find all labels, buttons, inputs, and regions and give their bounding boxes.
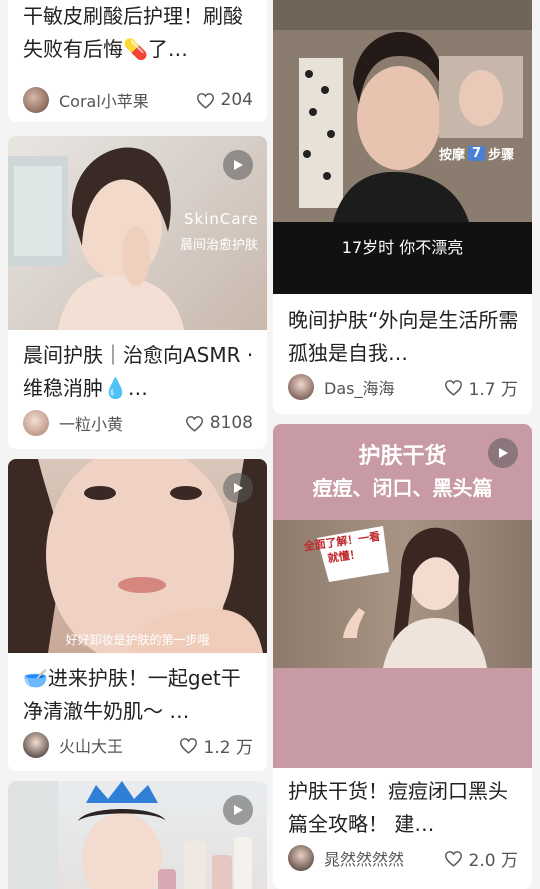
heart-icon [444, 850, 462, 867]
like-button[interactable]: 1.2 万 [179, 733, 253, 758]
like-count: 1.7 万 [468, 379, 518, 400]
note-meta: Das_海海 1.7 万 [288, 373, 518, 401]
note-card[interactable]: 护肤干货 痘痘、闭口、黑头篇 全面了解！一看就懂！ 护肤干货！痘痘闭口黑头篇全攻… [273, 424, 532, 889]
note-meta: 晁然然然然 2.0 万 [288, 844, 518, 872]
author-name[interactable]: 火山大王 [59, 733, 179, 757]
note-meta: Coral小苹果 204 [23, 86, 253, 114]
note-title: 干敏皮刷酸后护理！刷酸失败有后悔💊了… [23, 4, 243, 61]
note-meta: 火山大王 1.2 万 [23, 731, 253, 759]
author-avatar[interactable] [23, 732, 49, 758]
like-button[interactable]: 1.7 万 [444, 375, 518, 400]
video-play-icon [488, 438, 518, 468]
note-card[interactable]: 干敏皮刷酸后护理！刷酸失败有后悔💊了… Coral小苹果 204 [8, 0, 267, 122]
cover-caption-cn: 晨间治愈护肤 [180, 238, 259, 253]
like-count: 1.2 万 [203, 737, 253, 758]
like-count: 2.0 万 [468, 850, 518, 871]
like-count: 204 [220, 90, 253, 110]
badge-number: 7 [468, 146, 486, 161]
like-button[interactable]: 2.0 万 [444, 846, 518, 871]
heart-icon [196, 92, 214, 109]
note-cover-image[interactable]: 护肤干货 痘痘、闭口、黑头篇 全面了解！一看就懂！ [273, 424, 532, 768]
note-cover-image[interactable]: 按摩 7 步骤 17岁时 你不漂亮 [273, 0, 532, 294]
cover-illustration [273, 0, 532, 222]
video-play-icon [223, 795, 253, 825]
author-avatar[interactable] [23, 410, 49, 436]
like-button[interactable]: 8108 [185, 413, 253, 433]
video-subtitle: 17岁时 你不漂亮 [341, 238, 464, 257]
author-name[interactable]: Das_海海 [324, 375, 444, 399]
author-name[interactable]: 一粒小黄 [59, 411, 185, 435]
author-avatar[interactable] [288, 845, 314, 871]
video-play-icon [223, 473, 253, 503]
author-avatar[interactable] [288, 374, 314, 400]
note-meta: 一粒小黄 8108 [23, 409, 253, 437]
badge-text-pre: 按摩 [439, 148, 466, 163]
heart-icon [185, 415, 203, 432]
cover-banner-subtitle: 痘痘、闭口、黑头篇 [312, 476, 493, 500]
video-play-icon [223, 150, 253, 180]
note-title: 晚间护肤“外向是生活所需 孤独是自我… [288, 308, 519, 365]
heart-icon [444, 379, 462, 396]
author-name[interactable]: Coral小苹果 [59, 88, 196, 112]
note-cover-image[interactable] [8, 781, 267, 889]
cover-caption: 好好卸妆是护肤的第一步哦 [65, 633, 210, 647]
note-card[interactable]: 按摩 7 步骤 17岁时 你不漂亮 晚间护肤“外向是生活所需 孤独是自我… Da… [273, 0, 532, 414]
author-avatar[interactable] [23, 87, 49, 113]
massage-steps-badge: 按摩 7 步骤 [439, 144, 514, 163]
note-title: 晨间护肤｜治愈向ASMR · 维稳消肿💧… [23, 343, 254, 400]
note-card[interactable]: SkinCare 晨间治愈护肤 晨间护肤｜治愈向ASMR · 维稳消肿💧… 一粒… [8, 136, 267, 449]
note-card[interactable] [8, 781, 267, 889]
note-title: 护肤干货！痘痘闭口黑头篇全攻略！ 建… [288, 779, 508, 836]
cover-caption-en: SkinCare [184, 210, 259, 228]
like-button[interactable]: 204 [196, 90, 253, 110]
like-count: 8108 [209, 413, 253, 433]
note-title: 🥣进来护肤！一起get干净清澈牛奶肌～ … [23, 666, 241, 723]
heart-icon [179, 737, 197, 754]
badge-text-post: 步骤 [488, 148, 515, 163]
author-name[interactable]: 晁然然然然 [324, 846, 444, 870]
note-card[interactable]: 好好卸妆是护肤的第一步哦 🥣进来护肤！一起get干净清澈牛奶肌～ … 火山大王 … [8, 459, 267, 771]
note-cover-image[interactable]: 好好卸妆是护肤的第一步哦 [8, 459, 267, 653]
note-cover-image[interactable]: SkinCare 晨间治愈护肤 [8, 136, 267, 330]
